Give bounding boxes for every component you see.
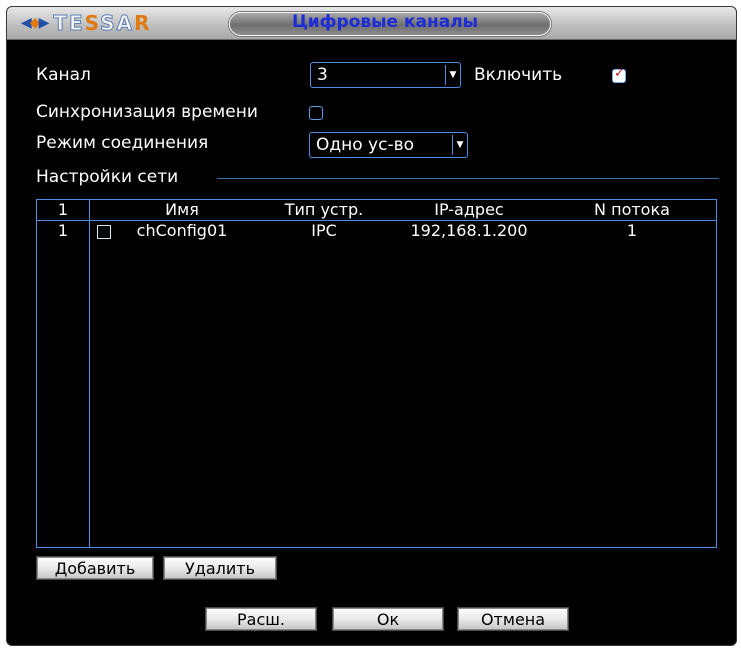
connection-mode-value: Одно ус-во (316, 135, 415, 155)
col-header-stream[interactable]: N потока (567, 200, 697, 220)
cancel-button[interactable]: Отмена (457, 607, 569, 631)
enable-checkbox[interactable]: ✓ (612, 66, 626, 83)
brand-logo: ◀◆▶ TESSAR (21, 11, 152, 36)
logo-text: TESSAR (53, 11, 152, 36)
col-header-type[interactable]: Тип устр. (265, 200, 383, 220)
col-header-number[interactable]: 1 (37, 200, 89, 220)
column-divider (89, 200, 90, 547)
connection-mode-select[interactable]: Одно ус-во ▼ (309, 132, 468, 158)
col-header-name[interactable]: Имя (127, 200, 237, 220)
channel-select[interactable]: 3 ▼ (310, 62, 461, 88)
network-settings-label: Настройки сети (36, 167, 179, 187)
time-sync-label: Синхронизация времени (36, 102, 258, 122)
delete-button[interactable]: Удалить (163, 556, 277, 580)
table-row[interactable]: 1 chConfig01 IPC 192,168.1.200 1 (37, 221, 716, 243)
advanced-button[interactable]: Расш. (205, 607, 317, 631)
title-bar: ◀◆▶ TESSAR Цифровые каналы (7, 7, 736, 40)
chevron-down-icon[interactable]: ▼ (445, 65, 460, 85)
row-number: 1 (57, 221, 69, 240)
channel-label: Канал (36, 65, 91, 85)
time-sync-checkbox[interactable] (309, 106, 323, 120)
col-header-ip[interactable]: IP-адрес (399, 200, 539, 220)
window-title: Цифровые каналы (291, 12, 479, 32)
chevron-down-icon[interactable]: ▼ (452, 135, 467, 155)
row-ip: 192,168.1.200 (410, 221, 528, 240)
add-button[interactable]: Добавить (36, 556, 154, 580)
devices-table[interactable]: 1 Имя Тип устр. IP-адрес N потока 1 chCo… (36, 199, 717, 548)
ok-button[interactable]: Ок (332, 607, 444, 631)
connection-mode-label: Режим соединения (36, 133, 209, 153)
row-name: chConfig01 (136, 221, 228, 240)
table-header: 1 Имя Тип устр. IP-адрес N потока (37, 200, 716, 221)
row-select-checkbox[interactable] (97, 225, 111, 239)
logo-arrows-icon: ◀◆▶ (21, 15, 49, 31)
check-icon: ✓ (614, 66, 625, 81)
enable-label: Включить (474, 65, 563, 85)
row-type: IPC (311, 221, 337, 240)
row-stream: 1 (626, 221, 638, 240)
group-divider (217, 178, 719, 179)
channel-select-value: 3 (317, 65, 328, 85)
digital-channels-window: ◀◆▶ TESSAR Цифровые каналы Канал 3 ▼ Вкл… (6, 6, 737, 646)
